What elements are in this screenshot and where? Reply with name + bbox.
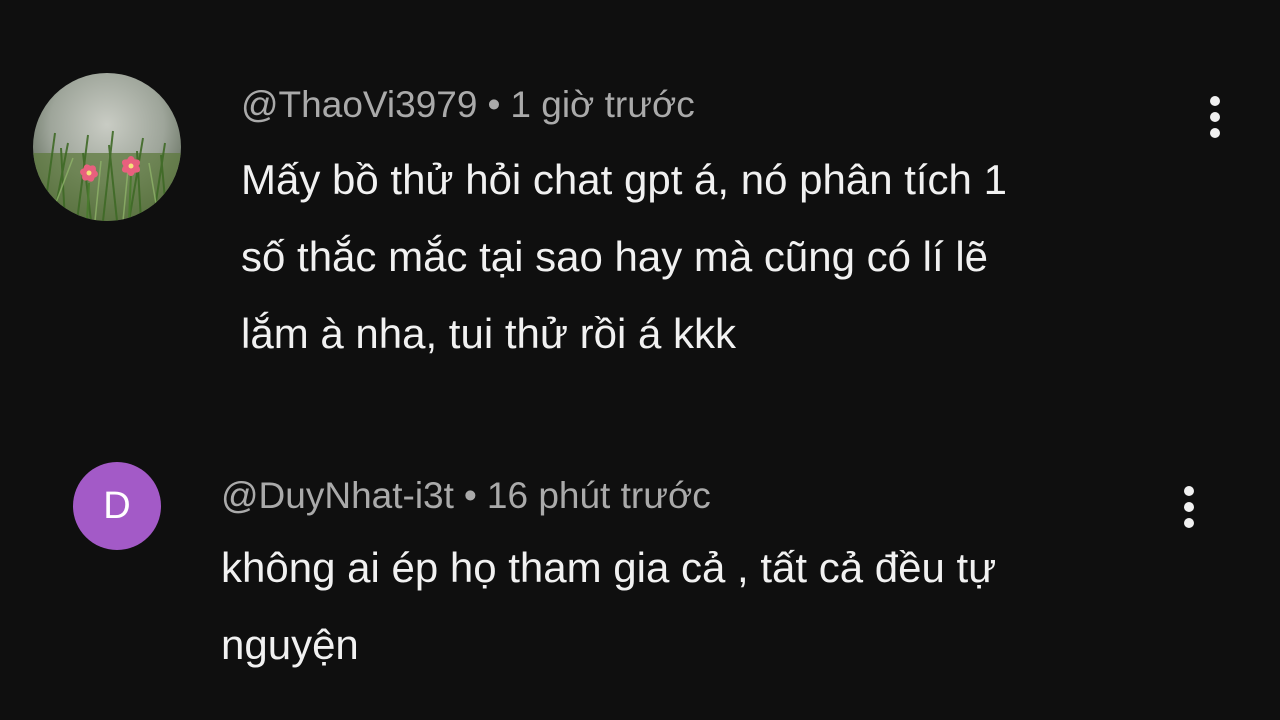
avatar-letter: D: [103, 484, 131, 527]
comment-author[interactable]: @DuyNhat-i3t: [221, 475, 454, 516]
avatar[interactable]: [33, 73, 181, 221]
comment-menu-button[interactable]: [1195, 87, 1235, 147]
comment-timestamp[interactable]: 1 giờ trước: [510, 84, 694, 125]
comment-timestamp[interactable]: 16 phút trước: [487, 475, 711, 516]
meta-separator: •: [463, 475, 477, 516]
comment-menu-button[interactable]: [1169, 477, 1209, 537]
meta-separator: •: [487, 84, 501, 125]
comment-author[interactable]: @ThaoVi3979: [241, 84, 477, 125]
comment-meta: @ThaoVi3979 • 1 giờ trước: [241, 86, 695, 123]
more-vert-icon: [1184, 486, 1194, 528]
more-vert-icon: [1210, 96, 1220, 138]
avatar[interactable]: D: [73, 462, 161, 550]
comment-text: Mấy bồ thử hỏi chat gpt á, nó phân tích …: [241, 156, 1007, 357]
comment-text: không ai ép họ tham gia cả , tất cả đều …: [221, 544, 997, 668]
comment-meta: @DuyNhat-i3t • 16 phút trước: [221, 477, 711, 514]
avatar-flower-image: [33, 73, 181, 221]
